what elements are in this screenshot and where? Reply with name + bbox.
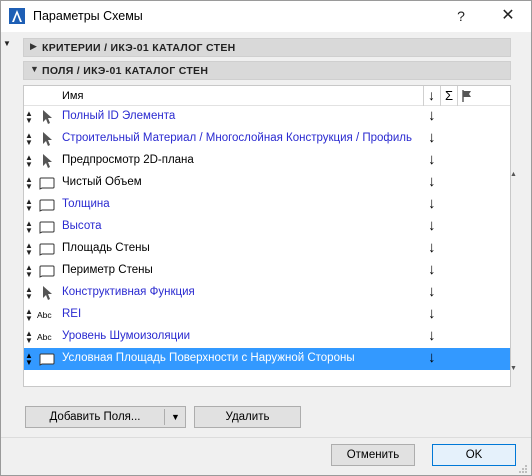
box-icon <box>39 265 55 278</box>
box-icon <box>39 353 55 366</box>
dialog-window: Параметры Схемы ? ✕ ▼ ▶ КРИТЕРИИ / ИКЭ-0… <box>0 0 532 476</box>
archicad-app-icon <box>9 8 25 24</box>
sort-order-icon[interactable]: ↓ <box>428 261 436 278</box>
drag-handle-icon[interactable]: ▲ ▼ <box>25 242 33 257</box>
sort-order-icon[interactable]: ↓ <box>428 107 436 124</box>
sort-order-icon[interactable]: ↓ <box>428 327 436 344</box>
scroll-up-arrow-icon[interactable]: ▲ <box>510 171 517 178</box>
field-name: Предпросмотр 2D-плана <box>62 154 194 166</box>
table-row[interactable]: ▲ ▼ Предпросмотр 2D-плана ↓ <box>24 150 510 172</box>
field-name: Площадь Стены <box>62 242 150 254</box>
section-fields-header[interactable]: ▼ ПОЛЯ / ИКЭ-01 КАТАЛОГ СТЕН <box>23 61 511 80</box>
drag-handle-icon[interactable]: ▲ ▼ <box>25 154 33 169</box>
box-icon <box>39 243 55 256</box>
field-name: Высота <box>62 220 102 232</box>
pointer-icon <box>43 110 52 124</box>
column-divider[interactable] <box>423 86 424 106</box>
split-divider <box>164 409 165 425</box>
cancel-button[interactable]: Отменить <box>331 444 415 466</box>
sum-column-header[interactable]: Σ <box>445 88 453 103</box>
sort-order-icon[interactable]: ↓ <box>428 283 436 300</box>
expand-arrow-icon: ▶ <box>30 41 38 51</box>
table-row[interactable]: ▲ ▼ Чистый Объем ↓ <box>24 172 510 194</box>
drag-handle-icon[interactable]: ▲ ▼ <box>25 132 33 147</box>
box-icon <box>39 177 55 190</box>
title-bar: Параметры Схемы ? ✕ <box>1 1 531 32</box>
column-divider[interactable] <box>457 86 458 106</box>
field-name: REI <box>62 308 82 320</box>
sort-order-icon[interactable]: ↓ <box>428 195 436 212</box>
field-name: Полный ID Элемента <box>62 110 176 122</box>
drag-handle-icon[interactable]: ▲ ▼ <box>25 286 33 301</box>
abc-icon: Abc <box>37 310 52 320</box>
drag-handle-icon[interactable]: ▲ ▼ <box>25 264 33 279</box>
chevron-down-icon[interactable]: ▼ <box>166 407 185 427</box>
collapse-arrow-icon[interactable]: ▼ <box>3 39 11 48</box>
sort-order-icon[interactable]: ↓ <box>428 217 436 234</box>
drag-handle-icon[interactable]: ▲ ▼ <box>25 308 33 323</box>
drag-handle-icon[interactable]: ▲ ▼ <box>25 352 33 367</box>
section-criteria-label: КРИТЕРИИ / ИКЭ-01 КАТАЛОГ СТЕН <box>42 42 236 54</box>
section-criteria-header[interactable]: ▶ КРИТЕРИИ / ИКЭ-01 КАТАЛОГ СТЕН <box>23 38 511 57</box>
drag-handle-icon[interactable]: ▲ ▼ <box>25 176 33 191</box>
box-icon <box>39 221 55 234</box>
sort-column-header[interactable]: ↓ <box>428 87 435 103</box>
field-name: Уровень Шумоизоляции <box>62 330 191 342</box>
resize-grip-icon[interactable] <box>518 464 528 474</box>
field-name: Периметр Стены <box>62 264 153 276</box>
table-row[interactable]: ▲ ▼ Толщина ↓ <box>24 194 510 216</box>
table-row[interactable]: ▲ ▼ Периметр Стены ↓ <box>24 260 510 282</box>
table-header: Имя ↓ Σ <box>24 86 510 106</box>
table-row[interactable]: ▲ ▼ Конструктивная Функция ↓ <box>24 282 510 304</box>
collapse-arrow-icon: ▼ <box>30 64 40 74</box>
table-row[interactable]: ▲ ▼ Площадь Стены ↓ <box>24 238 510 260</box>
add-fields-split-button[interactable]: Добавить Поля... ▼ <box>25 406 186 428</box>
table-row[interactable]: ▲ ▼ Полный ID Элемента ↓ <box>24 106 510 128</box>
window-title: Параметры Схемы <box>33 9 143 23</box>
fields-table: Имя ↓ Σ ▲ ▼ Полный ID Элемента ↓ ▲ ▼ Строитель… <box>23 85 511 387</box>
help-button[interactable]: ? <box>446 4 476 28</box>
scroll-down-arrow-icon[interactable]: ▼ <box>510 365 517 372</box>
delete-button[interactable]: Удалить <box>194 406 301 428</box>
table-row[interactable]: ▲ ▼ Высота ↓ <box>24 216 510 238</box>
table-row[interactable]: ▲ ▼ Условная Площадь Поверхности с Наружно… <box>24 348 510 370</box>
field-name: Конструктивная Функция <box>62 286 195 298</box>
pointer-icon <box>43 132 52 146</box>
column-name-header[interactable]: Имя <box>62 90 83 102</box>
footer-divider <box>1 437 531 438</box>
field-name: Чистый Объем <box>62 176 142 188</box>
table-row[interactable]: ▲ ▼ Строительный Материал / Многослойная К… <box>24 128 510 150</box>
box-icon <box>39 199 55 212</box>
ok-button[interactable]: OK <box>432 444 516 466</box>
sort-order-icon[interactable]: ↓ <box>428 151 436 168</box>
drag-handle-icon[interactable]: ▲ ▼ <box>25 330 33 345</box>
section-fields-label: ПОЛЯ / ИКЭ-01 КАТАЛОГ СТЕН <box>42 65 209 77</box>
sort-order-icon[interactable]: ↓ <box>428 349 436 366</box>
table-row[interactable]: ▲ ▼ Abc Уровень Шумоизоляции ↓ <box>24 326 510 348</box>
column-divider[interactable] <box>440 86 441 106</box>
abc-icon: Abc <box>37 332 52 342</box>
field-name: Строительный Материал / Многослойная Кон… <box>62 132 412 144</box>
drag-handle-icon[interactable]: ▲ ▼ <box>25 220 33 235</box>
sort-order-icon[interactable]: ↓ <box>428 129 436 146</box>
pointer-icon <box>43 154 52 168</box>
table-row[interactable]: ▲ ▼ Abc REI ↓ <box>24 304 510 326</box>
field-name: Условная Площадь Поверхности с Наружной … <box>62 352 355 364</box>
sort-order-icon[interactable]: ↓ <box>428 173 436 190</box>
add-fields-button[interactable]: Добавить Поля... <box>26 407 164 427</box>
field-name: Толщина <box>62 198 110 210</box>
flag-icon[interactable] <box>461 89 473 103</box>
table-scrollbar[interactable]: ▲ ▼ <box>510 85 517 387</box>
pointer-icon <box>43 286 52 300</box>
drag-handle-icon[interactable]: ▲ ▼ <box>25 110 33 125</box>
sort-order-icon[interactable]: ↓ <box>428 239 436 256</box>
drag-handle-icon[interactable]: ▲ ▼ <box>25 198 33 213</box>
sort-order-icon[interactable]: ↓ <box>428 305 436 322</box>
close-button[interactable]: ✕ <box>493 4 523 28</box>
